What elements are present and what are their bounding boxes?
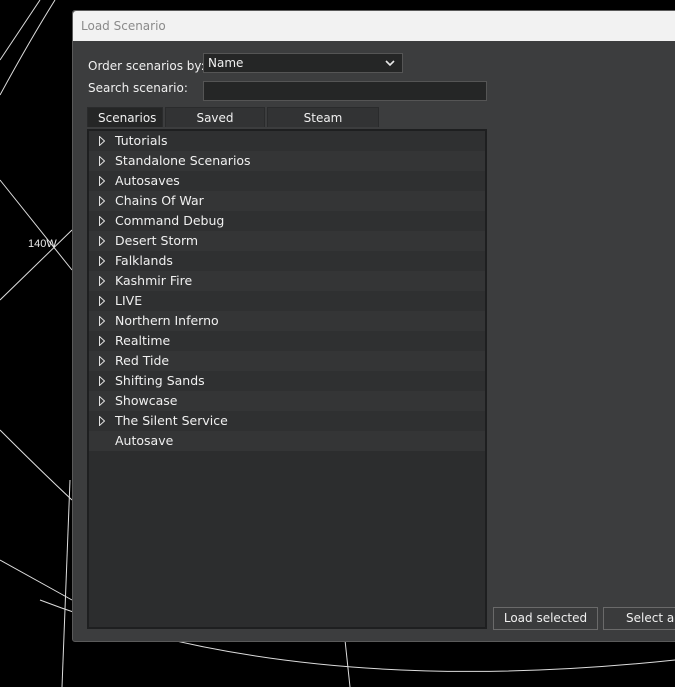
tree-item-shifting-sands[interactable]: Shifting Sands [89, 371, 485, 391]
expand-arrow-icon[interactable] [99, 356, 105, 366]
tab-saved-games[interactable]: Saved games [165, 107, 265, 145]
tree-item-showcase[interactable]: Showcase [89, 391, 485, 411]
order-by-label: Order scenarios by: [88, 59, 205, 73]
expand-arrow-icon[interactable] [99, 276, 105, 286]
dialog-title: Load Scenario [73, 11, 675, 41]
tree-item-label: Desert Storm [115, 233, 199, 248]
tree-item-label: Autosave [115, 433, 174, 448]
tree-item-label: Chains Of War [115, 193, 204, 208]
expand-arrow-icon[interactable] [99, 216, 105, 226]
tree-item-command-debug[interactable]: Command Debug [89, 211, 485, 231]
expand-arrow-icon[interactable] [99, 416, 105, 426]
tree-item-label: Falklands [115, 253, 173, 268]
expand-arrow-icon[interactable] [99, 196, 105, 206]
tab-scenarios[interactable]: Scenarios [87, 107, 163, 127]
map-longitude-label: 140W [28, 238, 57, 250]
tree-item-label: Autosaves [115, 173, 180, 188]
scenario-tree: Tutorials Standalone Scenarios Autosaves… [87, 129, 487, 629]
expand-arrow-icon[interactable] [99, 176, 105, 186]
tree-item-chains-of-war[interactable]: Chains Of War [89, 191, 485, 211]
tree-item-live[interactable]: LIVE [89, 291, 485, 311]
expand-arrow-icon[interactable] [99, 316, 105, 326]
tree-item-red-tide[interactable]: Red Tide [89, 351, 485, 371]
tree-item-kashmir-fire[interactable]: Kashmir Fire [89, 271, 485, 291]
tree-item-label: Standalone Scenarios [115, 153, 251, 168]
tree-item-label: Command Debug [115, 213, 225, 228]
order-by-select[interactable]: Name [203, 53, 403, 73]
tab-steam-workshop[interactable]: Steam Workshop [267, 107, 379, 145]
chevron-down-icon [385, 60, 395, 67]
load-selected-button[interactable]: Load selected [493, 607, 598, 630]
tree-item-tutorials[interactable]: Tutorials [89, 131, 485, 151]
select-auto-button[interactable]: Select au [603, 607, 675, 630]
tree-item-label: Showcase [115, 393, 178, 408]
tree-item-label: LIVE [115, 293, 143, 308]
expand-arrow-icon[interactable] [99, 156, 105, 166]
expand-arrow-icon[interactable] [99, 336, 105, 346]
expand-arrow-icon[interactable] [99, 296, 105, 306]
tree-item-standalone-scenarios[interactable]: Standalone Scenarios [89, 151, 485, 171]
tree-item-label: Red Tide [115, 353, 170, 368]
tree-item-label: Kashmir Fire [115, 273, 193, 288]
expand-arrow-icon[interactable] [99, 136, 105, 146]
load-scenario-dialog: Load Scenario Order scenarios by: Name S… [72, 10, 675, 642]
tree-item-desert-storm[interactable]: Desert Storm [89, 231, 485, 251]
tree-item-label: Realtime [115, 333, 171, 348]
tree-item-realtime[interactable]: Realtime [89, 331, 485, 351]
tree-item-autosaves[interactable]: Autosaves [89, 171, 485, 191]
expand-arrow-icon[interactable] [99, 396, 105, 406]
tree-item-label: Northern Inferno [115, 313, 219, 328]
tab-bar: Scenarios Saved games Steam Workshop [87, 107, 381, 145]
tree-item-label: The Silent Service [115, 413, 228, 428]
order-by-value: Name [208, 56, 244, 70]
tree-item-falklands[interactable]: Falklands [89, 251, 485, 271]
tree-item-the-silent-service[interactable]: The Silent Service [89, 411, 485, 431]
expand-arrow-icon[interactable] [99, 236, 105, 246]
tree-item-label: Tutorials [115, 133, 168, 148]
search-input[interactable] [203, 81, 487, 101]
tree-item-northern-inferno[interactable]: Northern Inferno [89, 311, 485, 331]
expand-arrow-icon[interactable] [99, 256, 105, 266]
search-label: Search scenario: [88, 81, 188, 95]
expand-arrow-icon[interactable] [99, 376, 105, 386]
tree-item-label: Shifting Sands [115, 373, 205, 388]
tree-item-autosave[interactable]: Autosave [89, 431, 485, 451]
